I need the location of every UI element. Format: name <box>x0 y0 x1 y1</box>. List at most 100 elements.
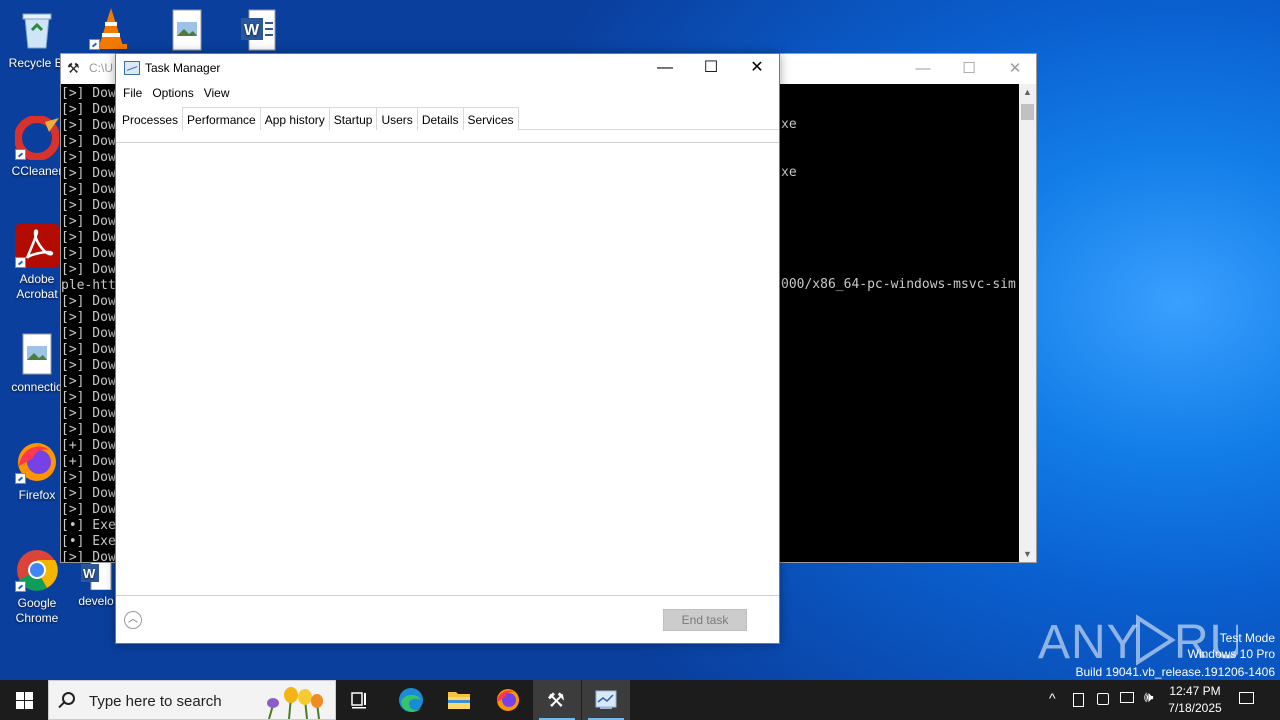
word-document-icon: W <box>79 559 113 591</box>
svg-text:W: W <box>83 566 96 581</box>
taskbar-firefox-button[interactable] <box>484 680 532 720</box>
task-view-button[interactable] <box>336 680 384 720</box>
console-line: xe <box>781 165 797 180</box>
tray-notepad-icon-button[interactable] <box>1070 680 1088 720</box>
scrollbar-thumb[interactable] <box>1021 104 1034 120</box>
console-line: [>] Dow <box>61 198 116 213</box>
tab-startup[interactable]: Startup <box>328 107 378 130</box>
process-list[interactable] <box>116 144 779 595</box>
vlc-cone-icon <box>89 6 133 50</box>
process-list-header <box>116 130 779 143</box>
maximize-button[interactable]: ☐ <box>946 54 992 84</box>
console-line: [>] Dow <box>61 550 116 563</box>
console-line: [>] Dow <box>61 102 116 117</box>
taskbar: Type here to search ⚒ ^ 🕪 12:47 PM 7/18/… <box>0 680 1280 720</box>
taskbar-search-box[interactable]: Type here to search <box>48 680 336 720</box>
task-manager-window[interactable]: Task Manager — ☐ ✕ File Options View Pro… <box>115 53 780 644</box>
shortcut-arrow-icon <box>15 473 26 484</box>
svg-text:W: W <box>244 22 260 39</box>
svg-text:ANY: ANY <box>1038 616 1140 668</box>
desktop-icon-label: develo <box>78 594 114 608</box>
desktop-icon-word-doc[interactable]: W <box>222 8 296 56</box>
scroll-down-arrow-icon[interactable]: ▼ <box>1019 546 1036 562</box>
console-line: [>] Dow <box>61 246 116 261</box>
search-placeholder: Type here to search <box>89 693 222 710</box>
vertical-scrollbar[interactable]: ▲ ▼ <box>1019 84 1036 562</box>
taskbar-file-explorer-button[interactable] <box>435 680 483 720</box>
console-line: [>] Dow <box>61 262 116 277</box>
taskbar-edge-button[interactable] <box>387 680 435 720</box>
tab-details[interactable]: Details <box>416 107 464 130</box>
close-button[interactable]: ✕ <box>734 54 780 82</box>
taskbar-task-manager-button[interactable] <box>582 680 630 720</box>
console-output: [>] Dow [>] Dow [>] Dow [>] Dow [>] Dow [>] D… <box>61 84 116 563</box>
hammer-icon: ⚒ <box>67 60 80 76</box>
image-file-icon <box>165 8 209 52</box>
action-center-button[interactable] <box>1236 680 1258 720</box>
menu-view[interactable]: View <box>199 82 235 104</box>
firefox-icon <box>497 689 519 711</box>
console-line: [>] Dow <box>61 502 116 517</box>
console-line: [+] Dow <box>61 438 116 453</box>
speaker-icon: 🕪 <box>1144 689 1154 706</box>
chrome-icon <box>15 548 59 592</box>
end-task-button[interactable]: End task <box>663 609 747 631</box>
maximize-button[interactable]: ☐ <box>688 54 734 82</box>
fewer-details-chevron-icon[interactable]: ︿ <box>124 611 142 629</box>
tray-network-button[interactable] <box>1117 680 1137 720</box>
word-document-icon: W <box>237 8 281 52</box>
watermark-edition: Windows 10 Pro <box>1187 647 1275 661</box>
console-window-right[interactable]: — ☐ ✕ xe xe 000/x86_64-pc-windows-msvc-sim… <box>779 53 1037 563</box>
tab-services[interactable]: Services <box>462 107 519 130</box>
console-line: ple-htt <box>61 278 116 293</box>
task-manager-titlebar[interactable]: Task Manager — ☐ ✕ <box>116 54 779 82</box>
notification-icon <box>1239 692 1254 704</box>
shortcut-arrow-icon <box>89 39 100 50</box>
desktop-icon-label: Google Chrome <box>15 596 59 625</box>
edge-icon <box>399 688 423 712</box>
minimize-button[interactable]: — <box>900 54 946 84</box>
console-line: [>] Dow <box>61 294 116 309</box>
desktop-icon-label: Firefox <box>18 488 56 502</box>
console-line: [>] Dow <box>61 310 116 325</box>
chevron-up-icon: ^ <box>1049 690 1056 706</box>
taskbar-clock[interactable]: 12:47 PM 7/18/2025 <box>1158 683 1232 717</box>
ccleaner-icon <box>14 115 60 161</box>
desktop-icon-vlc[interactable] <box>74 6 148 54</box>
start-button[interactable] <box>0 680 48 720</box>
menu-file[interactable]: File <box>118 82 147 104</box>
tab-processes[interactable]: Processes <box>117 107 184 130</box>
console-titlebar[interactable]: ⚒ C:\U <box>61 54 116 84</box>
console-line: [>] Dow <box>61 214 116 229</box>
console-line: [>] Dow <box>61 390 116 405</box>
shortcut-arrow-icon <box>15 257 26 268</box>
tray-device-icon-button[interactable] <box>1094 680 1112 720</box>
desktop-icon-label: connectio <box>11 380 63 394</box>
console-line: [•] Exe <box>61 534 116 549</box>
console-title: C:\U <box>89 61 113 75</box>
minimize-button[interactable]: — <box>642 54 688 82</box>
close-button[interactable]: ✕ <box>992 54 1038 84</box>
console-line: [>] Dow <box>61 182 116 197</box>
tab-users[interactable]: Users <box>376 107 418 130</box>
tray-show-hidden-icons[interactable]: ^ <box>1046 680 1064 720</box>
desktop-icon-image-file[interactable] <box>150 8 224 56</box>
recycle-bin-icon <box>15 8 59 52</box>
console-line: [>] Dow <box>61 230 116 245</box>
console-window-left[interactable]: ⚒ C:\U [>] Dow [>] Dow [>] Dow [>] Dow [>] D… <box>60 53 116 563</box>
tab-performance[interactable]: Performance <box>182 107 261 130</box>
tab-strip: Processes Performance App history Startu… <box>116 106 779 130</box>
device-icon <box>1097 693 1109 705</box>
scroll-up-arrow-icon[interactable]: ▲ <box>1019 84 1036 100</box>
taskbar-console-button[interactable]: ⚒ <box>533 680 581 720</box>
menu-options[interactable]: Options <box>147 82 198 104</box>
console-line: [>] Dow <box>61 166 116 181</box>
console-line: [>] Dow <box>61 342 116 357</box>
console-line: [>] Dow <box>61 406 116 421</box>
tab-app-history[interactable]: App history <box>259 107 330 130</box>
task-manager-footer: ︿ End task <box>116 595 779 643</box>
console-line: [>] Dow <box>61 326 116 341</box>
desktop-icon-label: CCleaner <box>11 164 63 178</box>
console-titlebar[interactable]: — ☐ ✕ <box>780 54 1036 84</box>
desktop-icon-label: Adobe Acrobat <box>16 272 58 301</box>
